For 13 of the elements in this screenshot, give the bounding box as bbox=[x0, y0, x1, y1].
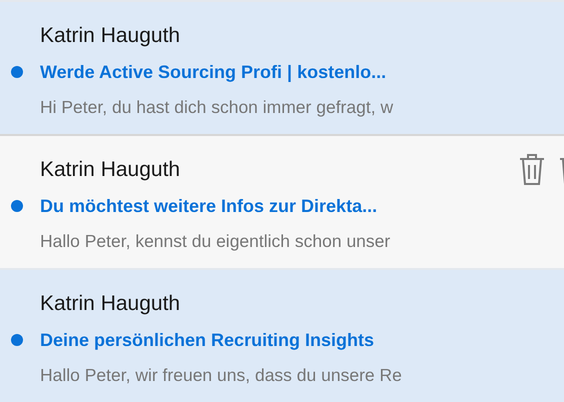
sender-name: Katrin Hauguth bbox=[40, 157, 180, 184]
message-row[interactable]: Katrin Hauguth Werde Active Sourcing Profi | kostenlo... Hi Peter, du hast dich schon immer gefragt, w bbox=[0, 0, 564, 134]
sender-name: Katrin Hauguth bbox=[40, 23, 180, 50]
message-row[interactable]: Katrin Hauguth Deine persönlichen Recruiting Insights Hallo Peter, wir freuen uns, dass du unsere Re bbox=[0, 268, 564, 402]
subject-line: Werde Active Sourcing Profi | kostenlo... bbox=[40, 60, 386, 84]
message-preview: Hi Peter, du hast dich schon immer gefragt, w bbox=[40, 96, 394, 119]
message-row[interactable]: Katrin Hauguth Du möchtest weitere Infos zur Direkta... Hallo Peter, kennst du eigentlich schon unser bbox=[0, 134, 564, 268]
subject-line: Du möchtest weitere Infos zur Direkta... bbox=[40, 194, 378, 218]
sender-name: Katrin Hauguth bbox=[40, 291, 180, 318]
subject-line: Deine persönlichen Recruiting Insights bbox=[40, 328, 374, 352]
message-preview: Hallo Peter, kennst du eigentlich schon unser bbox=[40, 230, 390, 253]
message-preview: Hallo Peter, wir freuen uns, dass du unsere Re bbox=[40, 364, 402, 387]
trash-icon[interactable] bbox=[517, 152, 547, 186]
